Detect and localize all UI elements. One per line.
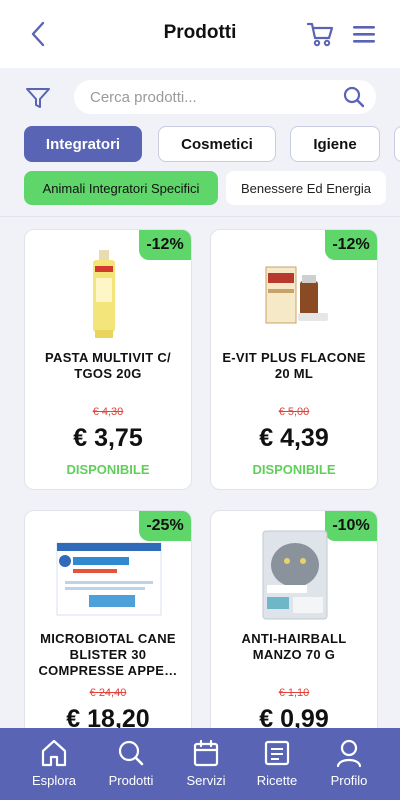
product-image [245, 244, 345, 344]
nav-item-profilo[interactable]: Profilo [312, 728, 386, 800]
app-header: Prodotti [0, 0, 400, 68]
availability-status: DISPONIBILE [66, 462, 150, 477]
nav-item-ricette[interactable]: Ricette [240, 728, 314, 800]
product-name: MICROBIOTAL CANE BLISTER 30 COMPRESSE AP… [38, 631, 178, 678]
old-price: € 1,10 [278, 687, 310, 699]
search-input[interactable] [90, 80, 330, 114]
product-name: PASTA MULTIVIT C/ TGOS 20G [45, 350, 171, 381]
nav-label: Profilo [330, 773, 368, 788]
page-title: Prodotti [163, 22, 237, 43]
category-chip-cosmetici[interactable]: Cosmetici [158, 126, 276, 162]
product-card[interactable]: -10% ANTI-HAIRBALL MANZO 70 G € 1,10 € 0… [210, 510, 378, 750]
subcategory-chip-animali[interactable]: Animali Integratori Specifici [24, 171, 218, 205]
product-image [245, 525, 345, 625]
nav-label: Servizi [186, 773, 226, 788]
product-card[interactable]: -12% PASTA MULTIVIT C/ TGOS 20G € 4,30 €… [24, 229, 192, 490]
product-name: E-VIT PLUS FLACONE 20 ML [222, 350, 366, 381]
product-image [59, 244, 159, 344]
search-icon[interactable] [342, 85, 366, 109]
cart-button[interactable] [305, 18, 335, 50]
old-price: € 5,00 [278, 406, 310, 418]
category-chip-more[interactable] [394, 126, 400, 162]
user-icon [336, 739, 362, 768]
product-name: ANTI-HAIRBALL MANZO 70 G [241, 631, 347, 662]
search-icon [118, 740, 144, 766]
nav-item-prodotti[interactable]: Prodotti [94, 728, 168, 800]
bottom-navigation: Esplora Prodotti Servizi Ricette Profilo [0, 728, 400, 800]
menu-button[interactable] [350, 18, 378, 50]
category-chip-igiene[interactable]: Igiene [290, 126, 380, 162]
filter-icon [26, 88, 50, 108]
subcategory-chip-benessere[interactable]: Benessere Ed Energia [226, 171, 386, 205]
nav-label: Ricette [256, 773, 298, 788]
prescription-icon [264, 740, 290, 766]
old-price: € 24,40 [89, 687, 127, 699]
price: € 3,75 [73, 424, 143, 452]
cart-icon [306, 22, 334, 47]
nav-label: Esplora [31, 773, 77, 788]
price: € 4,39 [259, 424, 329, 452]
product-card[interactable]: -12% E-VIT PLUS FLACONE 20 ML € 5,00 € 4… [210, 229, 378, 490]
calendar-icon [193, 739, 219, 767]
hamburger-menu-icon [353, 26, 375, 43]
nav-item-esplora[interactable]: Esplora [17, 728, 91, 800]
availability-status: DISPONIBILE [252, 462, 336, 477]
old-price: € 4,30 [92, 406, 124, 418]
divider [0, 216, 400, 217]
nav-label: Prodotti [108, 773, 154, 788]
search-bar [74, 80, 376, 114]
product-image [47, 527, 171, 627]
filter-button[interactable] [24, 84, 52, 112]
home-icon [41, 739, 67, 767]
product-card[interactable]: -25% MICROBIOTAL CANE BLISTER 30 COMPRES… [24, 510, 192, 750]
nav-item-servizi[interactable]: Servizi [169, 728, 243, 800]
category-chip-integratori[interactable]: Integratori [24, 126, 142, 162]
